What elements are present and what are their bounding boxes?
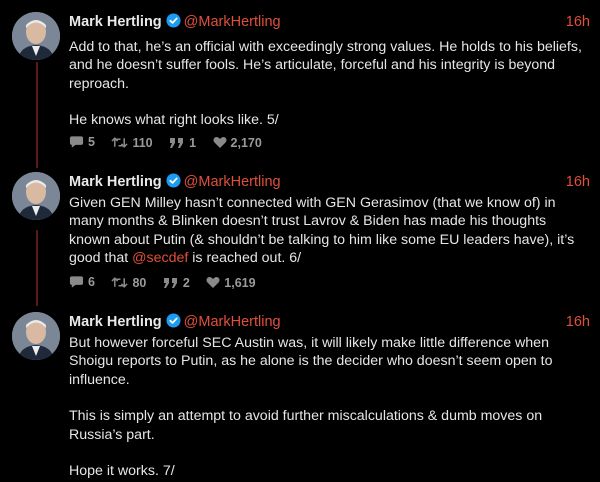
author-handle[interactable]: @MarkHertling (184, 174, 281, 190)
tweet-paragraph: Hope it works. 7/ (69, 463, 175, 480)
tweet-paragraph: Add to that, he’s an official with excee… (69, 39, 582, 92)
like-count[interactable]: 2,170 (213, 134, 262, 152)
verified-badge-icon (166, 313, 181, 328)
verified-badge-icon (166, 173, 181, 188)
author-handle[interactable]: @MarkHertling (184, 14, 281, 30)
mention-link[interactable]: @secdef (132, 250, 188, 266)
tweet-timestamp[interactable]: 16h (566, 312, 590, 332)
verified-badge-icon (166, 13, 181, 28)
tweet-stats: 5 110 1 2,170 (69, 133, 275, 151)
tweet-text: Given GEN Milley hasn’t connected with G… (69, 194, 589, 268)
author-name[interactable]: Mark Hertling (69, 314, 162, 330)
retweet-count[interactable]: 110 (111, 134, 153, 152)
quote-icon (163, 278, 177, 288)
tweet-stats: 6 80 2 1,619 (69, 273, 269, 291)
avatar[interactable] (12, 12, 60, 60)
tweet-timestamp[interactable]: 16h (566, 172, 590, 192)
tweet-timestamp[interactable]: 16h (566, 12, 590, 32)
retweet-count[interactable]: 80 (111, 274, 146, 292)
reply-count[interactable]: 6 (69, 273, 95, 291)
tweet-paragraph: But however forceful SEC Austin was, it … (69, 335, 553, 388)
tweet-text: But however forceful SEC Austin was, it … (69, 334, 589, 480)
reply-icon (69, 136, 84, 148)
avatar[interactable] (12, 312, 60, 360)
thread-line (36, 230, 38, 306)
tweet-text: Add to that, he’s an official with excee… (69, 38, 589, 130)
tweet-header: Mark Hertling @MarkHertling 16h (69, 12, 590, 32)
tweet-paragraph: He knows what right looks like. 5/ (69, 112, 279, 129)
heart-icon (206, 277, 220, 288)
author-name[interactable]: Mark Hertling (69, 14, 162, 30)
author-handle[interactable]: @MarkHertling (184, 314, 281, 330)
thread-line (36, 62, 38, 168)
tweet-header: Mark Hertling @MarkHertling 16h (69, 172, 590, 192)
tweet-paragraph: This is simply an attempt to avoid furth… (69, 408, 543, 443)
retweet-icon (111, 137, 129, 148)
author-name[interactable]: Mark Hertling (69, 174, 162, 190)
avatar[interactable] (12, 172, 60, 220)
reply-icon (69, 276, 84, 288)
heart-icon (213, 137, 227, 148)
quote-count[interactable]: 2 (163, 274, 190, 292)
tweet-paragraph: Given GEN Milley hasn’t connected with G… (69, 195, 575, 267)
quote-count[interactable]: 1 (169, 134, 196, 152)
like-count[interactable]: 1,619 (206, 274, 256, 292)
tweet-header: Mark Hertling @MarkHertling 16h (69, 312, 590, 332)
retweet-icon (111, 277, 129, 288)
quote-icon (170, 138, 184, 148)
reply-count[interactable]: 5 (69, 133, 95, 151)
